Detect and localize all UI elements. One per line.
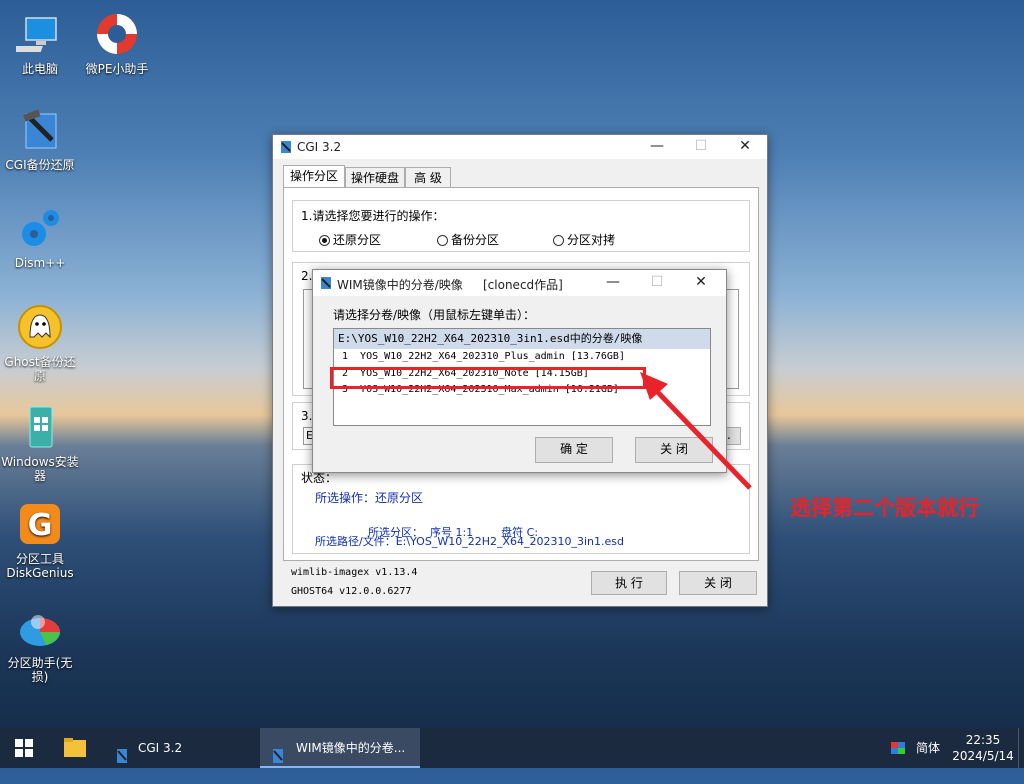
highlight-box xyxy=(330,367,646,389)
desktop-icon-diskgenius[interactable]: G 分区工具DiskGenius xyxy=(0,500,80,580)
radio-indicator xyxy=(319,235,330,246)
cgi-close-button[interactable]: 关 闭 xyxy=(679,571,757,595)
close-window-button[interactable]: ✕ xyxy=(723,135,767,159)
radio-restore-partition[interactable]: 还原分区 xyxy=(319,231,381,248)
wim-prompt: 请选择分卷/映像（用鼠标左键单击）： xyxy=(333,308,536,322)
desktop-icon-partition-assistant[interactable]: 分区助手(无损) xyxy=(0,604,80,684)
radio-label: 备份分区 xyxy=(451,233,500,247)
desktop-icon-label: 微PE小助手 xyxy=(85,62,149,76)
tab-advanced[interactable]: 高 级 xyxy=(405,167,451,188)
desktop-icon-dism[interactable]: Dism++ xyxy=(0,204,80,270)
cgi-app-icon xyxy=(114,740,130,780)
svg-text:G: G xyxy=(28,508,53,543)
desktop-icon-ghost[interactable]: Ghost备份还原 xyxy=(0,303,80,383)
taskbar: CGI 3.2 WIM镜像中的分卷... 简体 22:35 2024/5/14 xyxy=(0,728,1024,768)
minimize-button[interactable]: — xyxy=(635,135,679,159)
clock-date: 2024/5/14 xyxy=(952,749,1014,763)
start-button[interactable] xyxy=(0,728,48,768)
desktop-icon-label: CGI备份还原 xyxy=(5,158,75,172)
windows-logo-icon xyxy=(15,739,33,757)
wim-minimize-button[interactable]: — xyxy=(591,271,635,295)
cgi-window-title: CGI 3.2 xyxy=(297,140,342,154)
wim-list-header: E:\YOS_W10_22H2_X64_202310_3in1.esd中的分卷/… xyxy=(334,329,710,349)
lifebuoy-icon xyxy=(93,10,141,58)
desktop-icon-cgi[interactable]: CGI备份还原 xyxy=(0,106,80,172)
wim-close-window-button[interactable]: ✕ xyxy=(679,271,723,295)
ime-indicator[interactable]: 简体 xyxy=(916,728,946,768)
cgi-tabs: 操作分区 操作硬盘 高 级 xyxy=(283,165,757,189)
tab-operate-partition[interactable]: 操作分区 xyxy=(283,165,345,188)
gear-icon xyxy=(16,204,64,252)
desktop-icon-label: Windows安装器 xyxy=(1,455,79,483)
desktop-icon-label: 此电脑 xyxy=(21,62,58,76)
partition-assistant-icon xyxy=(16,604,64,652)
radio-indicator xyxy=(553,235,564,246)
wim-maximize-button[interactable]: ☐ xyxy=(635,271,679,295)
taskbar-item-label: WIM镜像中的分卷... xyxy=(296,741,406,755)
clock-time: 22:35 xyxy=(965,733,1001,747)
tab-operate-disk[interactable]: 操作硬盘 xyxy=(345,167,405,188)
status-path: 所选路径/文件：E:\YOS_W10_22H2_X64_202310_3in1.… xyxy=(315,533,624,549)
operation-group: 1.请选择您要进行的操作： 还原分区 备份分区 分区对拷 xyxy=(292,200,750,252)
cgi-hammer-icon xyxy=(16,106,64,154)
wim-titlebar[interactable]: WIM镜像中的分卷/映像 [clonecd作品] — ☐ ✕ xyxy=(313,270,726,296)
radio-indicator xyxy=(437,235,448,246)
annotation-text: 选择第二个版本就行 xyxy=(790,496,979,520)
taskbar-item-cgi[interactable]: CGI 3.2 xyxy=(104,728,254,768)
cgi-titlebar[interactable]: CGI 3.2 — ☐ ✕ xyxy=(273,135,767,159)
ghost-icon xyxy=(16,303,64,351)
desktop-icon-pe-helper[interactable]: 微PE小助手 xyxy=(77,10,157,76)
show-desktop-button[interactable] xyxy=(1018,728,1024,768)
ghost-version: GHOST64 v12.0.0.6277 xyxy=(291,586,412,597)
desktop-icon-windows-installer[interactable]: Windows安装器 xyxy=(0,403,80,483)
taskbar-item-wim[interactable]: WIM镜像中的分卷... xyxy=(260,728,420,768)
operation-group-title: 1.请选择您要进行的操作： xyxy=(301,209,445,223)
status-path-text: 所选路径/文件：E:\YOS_W10_22H2_X64_202310_3in1.… xyxy=(315,535,624,548)
partition-group-title: 2. xyxy=(301,269,313,283)
tray-color-icon[interactable] xyxy=(888,728,910,768)
desktop-icon-label: 分区工具DiskGenius xyxy=(6,552,74,580)
ok-button[interactable]: 确 定 xyxy=(535,437,613,463)
wimlib-version: wimlib-imagex v1.13.4 xyxy=(291,567,418,578)
display-color-icon xyxy=(891,742,905,754)
clock[interactable]: 22:35 2024/5/14 xyxy=(950,728,1016,768)
execute-button[interactable]: 执 行 xyxy=(591,571,667,595)
desktop-icon-label: Ghost备份还原 xyxy=(4,355,76,383)
folder-icon xyxy=(64,738,86,757)
computer-icon xyxy=(12,10,64,58)
radio-label: 分区对拷 xyxy=(567,233,616,247)
desktop-icon-label: Dism++ xyxy=(14,256,66,270)
list-item[interactable]: 1 YOS_W10_22H2_X64_202310_Plus_admin [13… xyxy=(342,351,625,362)
wim-app-icon xyxy=(319,276,333,293)
wim-app-icon xyxy=(270,740,286,780)
file-explorer-button[interactable] xyxy=(52,728,98,768)
radio-label: 还原分区 xyxy=(333,233,382,247)
cgi-app-icon xyxy=(279,140,293,157)
windows-installer-icon xyxy=(16,403,64,451)
radio-backup-partition[interactable]: 备份分区 xyxy=(437,231,499,248)
radio-copy-partition[interactable]: 分区对拷 xyxy=(553,231,615,248)
desktop-icon-label: 分区助手(无损) xyxy=(7,656,73,684)
annotation-arrow xyxy=(640,372,752,490)
status-operation: 所选操作：还原分区 xyxy=(315,491,424,505)
desktop-icon-this-pc[interactable]: 此电脑 xyxy=(0,10,80,76)
taskbar-item-label: CGI 3.2 xyxy=(138,741,183,755)
maximize-button[interactable]: ☐ xyxy=(679,135,723,159)
wim-dialog-title: WIM镜像中的分卷/映像 xyxy=(337,278,463,292)
diskgenius-icon: G xyxy=(16,500,64,548)
wim-dialog-title-suffix: [clonecd作品] xyxy=(483,278,563,292)
path-group-title: 3. xyxy=(301,409,313,423)
